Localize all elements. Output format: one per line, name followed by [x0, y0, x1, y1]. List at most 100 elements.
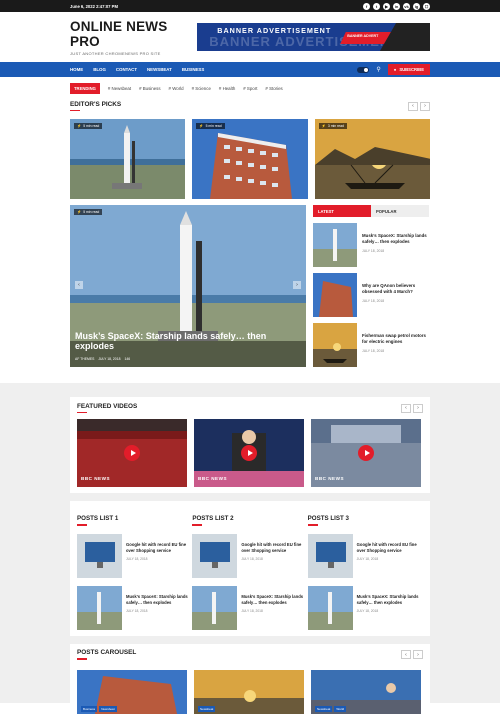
pick-card-fishermen[interactable]: ⚡ 3 min read: [314, 119, 430, 199]
nav-contact[interactable]: CONTACT: [116, 67, 137, 72]
bbc-news-logo: BBC NEWS: [315, 476, 345, 481]
post-date: JULY 18, 2018: [241, 556, 263, 561]
next-arrow-icon[interactable]: ›: [420, 101, 430, 111]
category-tag[interactable]: Newsbeat: [198, 705, 216, 712]
post-title[interactable]: Why are QAnon believers obsessed with 4 …: [362, 283, 429, 296]
search-icon[interactable]: ⚲: [376, 66, 380, 73]
carousel-card[interactable]: Business Newsbeat: [77, 669, 187, 714]
video-card[interactable]: BBC NEWS: [77, 419, 187, 487]
post-thumbnail: [307, 585, 353, 630]
nav-newsbeat[interactable]: NEWSBEAT: [147, 67, 172, 72]
category-tag[interactable]: Newsbeat: [315, 705, 333, 712]
video-card[interactable]: BBC NEWS: [194, 419, 304, 487]
bolt-icon: ⚡: [77, 124, 82, 128]
facebook-icon[interactable]: f: [363, 2, 370, 10]
list-title: POSTS LIST 3: [307, 515, 349, 522]
view-count: 146: [124, 357, 131, 361]
carousel-card[interactable]: Newsbeat: [194, 669, 304, 714]
list-item[interactable]: Musk’s SpaceX: Starship lands safely… th…: [313, 223, 429, 267]
prev-arrow-icon[interactable]: ‹: [401, 403, 411, 413]
list-item[interactable]: Google hit with record EU fine over Shop…: [307, 533, 423, 578]
post-title[interactable]: Musk’s SpaceX: Starship lands safely… th…: [241, 594, 307, 606]
tab-popular[interactable]: POPULAR: [371, 205, 429, 217]
posts-carousel-section: POSTS CAROUSEL ‹ › Business Newsbeat News…: [70, 643, 430, 720]
featured-post[interactable]: ⚡ 5 min read ‹ › Musk’s SpaceX: Starship …: [70, 205, 306, 367]
vk-icon[interactable]: vk: [403, 2, 410, 10]
list-title: POSTS LIST 1: [77, 515, 119, 522]
trending-tag[interactable]: # Health: [219, 86, 235, 91]
post-title[interactable]: Fisherman swap petrol motors for electri…: [362, 333, 429, 346]
subscribe-button[interactable]: ● SUBSCRIBE: [387, 64, 430, 75]
banner-ad[interactable]: BANNER ADVERTISEMENT BANNER ADVERTISEMEN…: [197, 23, 430, 51]
nav-business[interactable]: BUSINESS: [182, 67, 204, 72]
trending-tag[interactable]: # Business: [139, 86, 160, 91]
bbc-news-logo: BBC NEWS: [198, 476, 228, 481]
post-title[interactable]: Musk’s SpaceX: Starship lands safely… th…: [362, 233, 429, 246]
post-title[interactable]: Google hit with record EU fine over Shop…: [241, 542, 307, 554]
title-underline: [307, 524, 318, 526]
next-arrow-icon[interactable]: ›: [413, 650, 423, 659]
list-item[interactable]: Why are QAnon believers obsessed with 4 …: [313, 273, 429, 317]
category-tag[interactable]: Business: [81, 705, 98, 712]
share-icon[interactable]: ☐: [423, 2, 430, 10]
post-date: JULY 18, 2018: [98, 357, 121, 361]
site-title[interactable]: ONLINE NEWS PRO: [70, 19, 197, 49]
play-icon[interactable]: [241, 445, 257, 461]
next-arrow-icon[interactable]: ›: [413, 403, 423, 413]
post-thumbnail: [313, 223, 357, 267]
title-underline: [77, 411, 87, 414]
bolt-icon: ⚡: [199, 124, 204, 128]
prev-arrow-icon[interactable]: ‹: [408, 101, 418, 111]
featured-title[interactable]: Musk’s SpaceX: Starship lands safely… th…: [75, 331, 306, 351]
twitter-icon[interactable]: t: [373, 2, 380, 10]
title-underline: [77, 658, 87, 660]
post-thumbnail: [313, 323, 357, 367]
dark-mode-toggle[interactable]: [357, 66, 370, 73]
video-card[interactable]: BBC NEWS: [311, 419, 421, 487]
trending-tag[interactable]: # Science: [192, 86, 211, 91]
list-title: POSTS LIST 2: [192, 515, 234, 522]
list-item[interactable]: Musk’s SpaceX: Starship lands safely… th…: [307, 585, 423, 630]
list-item[interactable]: Fisherman swap petrol motors for electri…: [313, 323, 429, 367]
post-thumbnail: [192, 585, 238, 630]
post-title[interactable]: Google hit with record EU fine over Shop…: [126, 542, 192, 554]
linkedin-icon[interactable]: in: [393, 2, 400, 10]
trending-tag[interactable]: # Newsbeat: [108, 86, 131, 91]
trending-tag[interactable]: # Sport: [243, 86, 257, 91]
slider-prev-icon[interactable]: ‹: [75, 281, 83, 289]
category-tag[interactable]: Newsbeat: [99, 705, 117, 712]
post-title[interactable]: Musk’s SpaceX: Starship lands safely… th…: [357, 594, 423, 606]
play-icon[interactable]: [358, 445, 374, 461]
read-time: 3 min read: [327, 124, 344, 128]
posts-list-column: POSTS LIST 3 Google hit with record EU f…: [307, 515, 423, 630]
carousel-card[interactable]: Newsbeat World: [311, 669, 421, 714]
post-date: JULY 18, 2018: [241, 608, 263, 613]
pick-card-rocket[interactable]: ⚡ 5 min read: [70, 119, 186, 199]
list-item[interactable]: Musk’s SpaceX: Starship lands safely… th…: [192, 585, 307, 630]
featured-videos-section: FEATURED VIDEOS ‹ › BBC NEWS BBC NEWS BB…: [70, 397, 430, 493]
read-time-badge: ⚡ 5 min read: [196, 123, 225, 129]
section-title: POSTS CAROUSEL: [77, 649, 137, 657]
list-item[interactable]: Google hit with record EU fine over Shop…: [77, 533, 192, 578]
main-nav: HOME BLOG CONTACT NEWSBEAT BUSINESS ⚲ ● …: [0, 62, 500, 77]
category-tag[interactable]: World: [334, 705, 347, 712]
youtube-icon[interactable]: ▶: [383, 2, 390, 10]
instagram-icon[interactable]: ig: [413, 2, 420, 10]
read-time: 5 min read: [83, 124, 100, 128]
list-item[interactable]: Google hit with record EU fine over Shop…: [192, 533, 307, 578]
post-title[interactable]: Musk’s SpaceX: Starship lands safely… th…: [126, 594, 192, 606]
list-item[interactable]: Musk’s SpaceX: Starship lands safely… th…: [77, 585, 192, 630]
nav-blog[interactable]: BLOG: [93, 67, 106, 72]
pick-card-building[interactable]: ⚡ 5 min read: [192, 119, 308, 199]
play-icon[interactable]: [124, 445, 140, 461]
nav-home[interactable]: HOME: [70, 67, 83, 72]
tab-latest[interactable]: LATEST: [313, 205, 371, 217]
trending-tag[interactable]: # World: [169, 86, 184, 91]
author-name[interactable]: AF THEMES: [75, 357, 94, 361]
site-branding[interactable]: ONLINE NEWS PRO JUST ANOTHER CHROMENEWS …: [70, 19, 197, 56]
post-title[interactable]: Google hit with record EU fine over Shop…: [357, 542, 423, 554]
banner-black-stripe: [379, 23, 430, 51]
prev-arrow-icon[interactable]: ‹: [401, 650, 411, 659]
trending-tag[interactable]: # Stories: [265, 86, 282, 91]
slider-next-icon[interactable]: ›: [293, 281, 301, 289]
